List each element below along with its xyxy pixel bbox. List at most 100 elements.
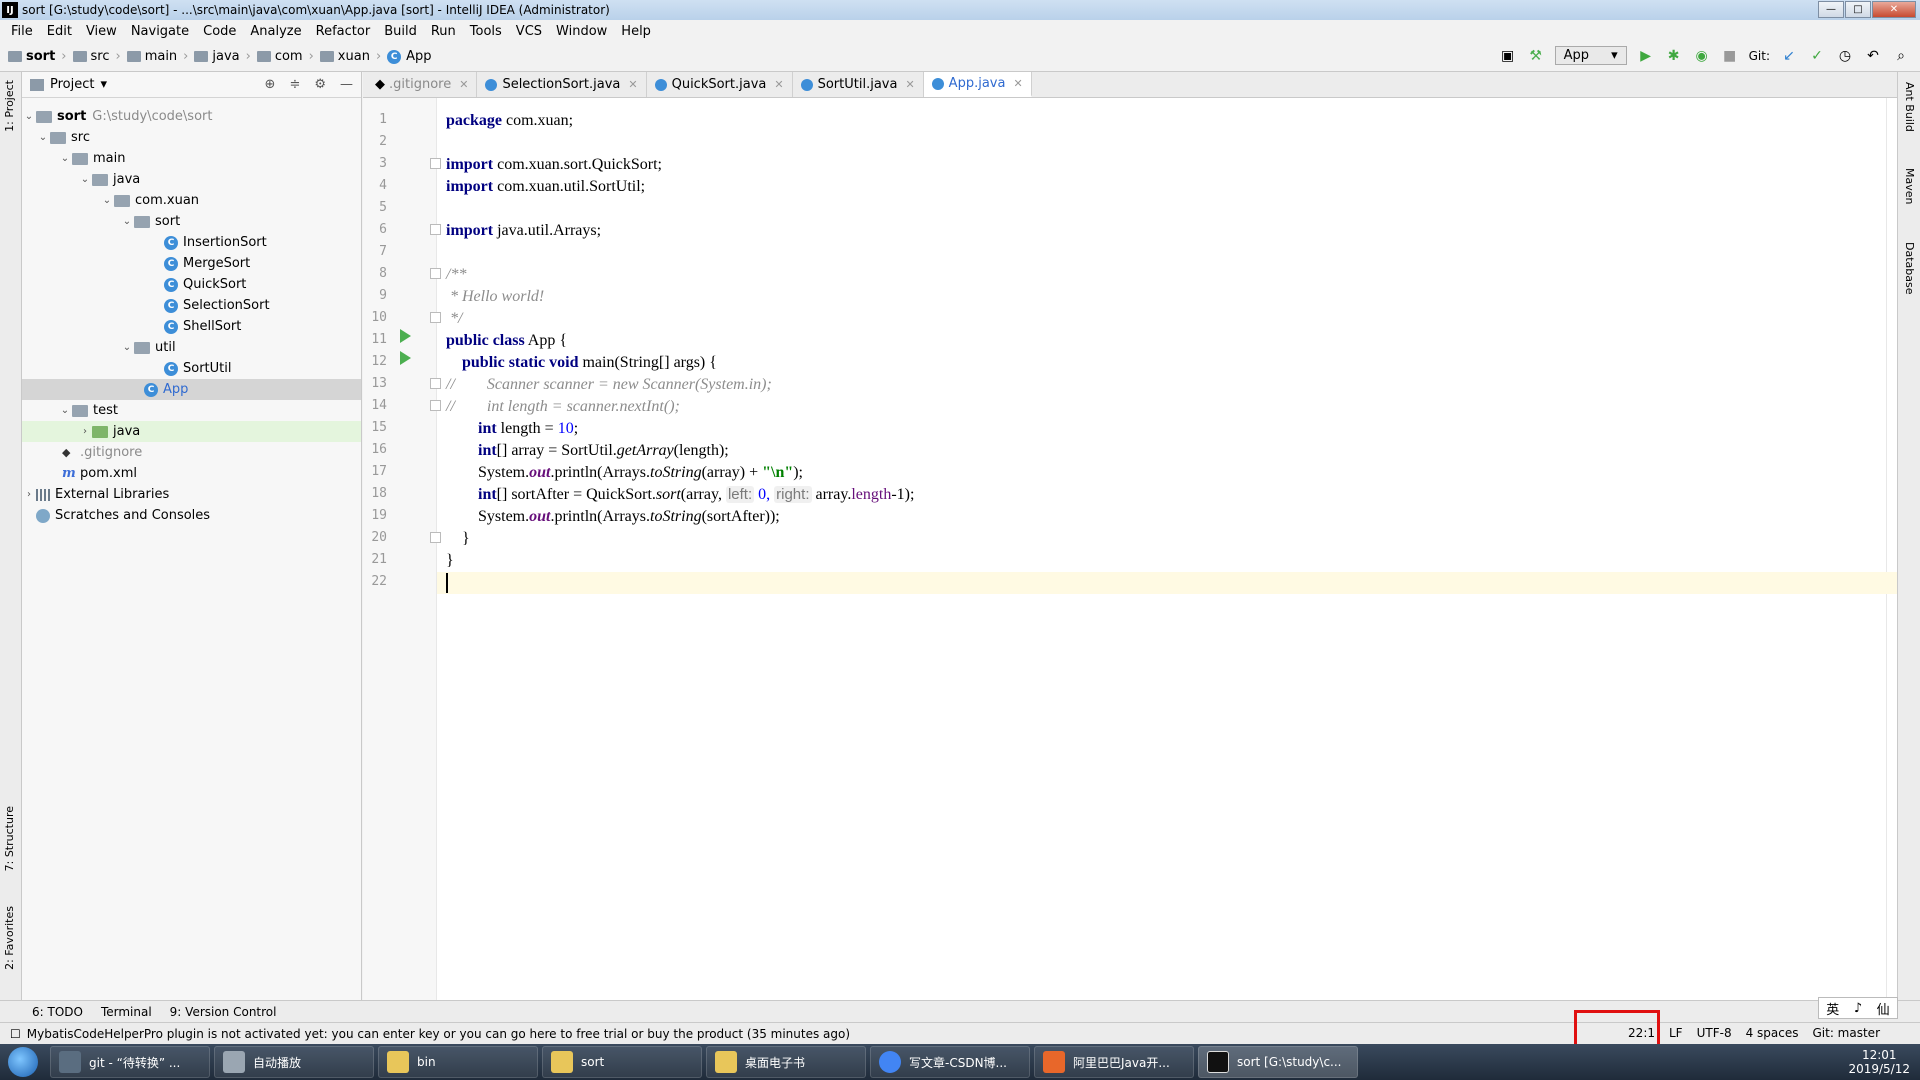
- menu-file[interactable]: File: [4, 24, 40, 39]
- line-separator[interactable]: LF: [1669, 1026, 1683, 1040]
- menu-tools[interactable]: Tools: [463, 24, 509, 39]
- chevron-down-icon[interactable]: ⌄: [78, 174, 92, 185]
- tree-node-com-xuan[interactable]: ⌄ com.xuan: [22, 190, 361, 211]
- tree-node-selectionsort[interactable]: C SelectionSort: [22, 295, 361, 316]
- stop-icon[interactable]: ■: [1721, 48, 1739, 64]
- chevron-down-icon[interactable]: ⌄: [120, 342, 134, 353]
- taskbar-item-git[interactable]: git - “待转换” ...: [50, 1046, 210, 1078]
- tab-gitignore[interactable]: ◆ .gitignore ✕: [367, 72, 478, 97]
- chevron-down-icon[interactable]: ⌄: [58, 405, 72, 416]
- breadcrumb-xuan[interactable]: xuan ›: [319, 49, 381, 64]
- tree-node-test[interactable]: ⌄ test: [22, 400, 361, 421]
- close-icon[interactable]: ✕: [628, 78, 637, 91]
- ime-mode[interactable]: 英: [1826, 999, 1839, 1018]
- chevron-down-icon[interactable]: ⌄: [22, 111, 36, 122]
- terminal-tool-tab[interactable]: Terminal: [101, 1005, 152, 1019]
- status-message[interactable]: MybatisCodeHelperPro plugin is not activ…: [27, 1027, 850, 1041]
- run-gutter-icon[interactable]: [400, 351, 411, 365]
- taskbar-item-sort-folder[interactable]: sort: [542, 1046, 702, 1078]
- version-control-tool-tab[interactable]: 9: Version Control: [170, 1005, 277, 1019]
- taskbar-item-intellij[interactable]: sort [G:\study\c...: [1198, 1046, 1358, 1078]
- run-gutter-icon[interactable]: [400, 329, 411, 343]
- breadcrumb-app[interactable]: C App: [387, 49, 432, 64]
- tree-node-pom-xml[interactable]: m pom.xml: [22, 463, 361, 484]
- build-hammer-icon[interactable]: ⚒: [1527, 48, 1545, 64]
- menu-run[interactable]: Run: [424, 24, 463, 39]
- breadcrumb-main[interactable]: main ›: [126, 49, 188, 64]
- menu-window[interactable]: Window: [549, 24, 614, 39]
- tab-selectionsort[interactable]: SelectionSort.java ✕: [477, 72, 647, 97]
- tree-node-java[interactable]: ⌄ java: [22, 169, 361, 190]
- code-content[interactable]: package com.xuan; import com.xuan.sort.Q…: [437, 98, 1897, 1000]
- start-button[interactable]: [0, 1044, 46, 1080]
- git-update-icon[interactable]: ↙: [1780, 48, 1798, 64]
- ime-moon-icon[interactable]: ♪: [1854, 1001, 1862, 1016]
- locate-icon[interactable]: ⊕: [265, 77, 276, 92]
- breadcrumb-com[interactable]: com ›: [256, 49, 314, 64]
- collapse-all-icon[interactable]: ≑: [289, 77, 300, 92]
- ime-settings[interactable]: 仙: [1877, 999, 1890, 1018]
- tree-node-shellsort[interactable]: C ShellSort: [22, 316, 361, 337]
- taskbar-item-pdf[interactable]: 阿里巴巴Java开...: [1034, 1046, 1194, 1078]
- tree-node-app[interactable]: C App: [22, 379, 361, 400]
- menu-refactor[interactable]: Refactor: [309, 24, 378, 39]
- hide-icon[interactable]: —: [340, 77, 353, 92]
- chevron-right-icon[interactable]: ›: [78, 426, 92, 437]
- tree-node-test-java[interactable]: › java: [22, 421, 361, 442]
- chevron-down-icon[interactable]: ▾: [100, 77, 107, 92]
- tab-quicksort[interactable]: QuickSort.java ✕: [647, 72, 793, 97]
- tree-node-external-libraries[interactable]: › External Libraries: [22, 484, 361, 505]
- close-icon[interactable]: ✕: [905, 78, 914, 91]
- git-branch[interactable]: Git: master: [1812, 1026, 1880, 1040]
- chevron-down-icon[interactable]: ⌄: [58, 153, 72, 164]
- breadcrumb-java[interactable]: java ›: [194, 49, 251, 64]
- project-view-select[interactable]: Project: [50, 77, 94, 92]
- todo-tool-tab[interactable]: 6: TODO: [32, 1005, 83, 1019]
- tree-node-gitignore[interactable]: ◆ .gitignore: [22, 442, 361, 463]
- notification-icon[interactable]: ☐: [10, 1027, 21, 1041]
- breadcrumb-sort[interactable]: sort ›: [8, 49, 67, 64]
- favorites-tool-tab[interactable]: 2: Favorites: [3, 906, 16, 970]
- file-encoding[interactable]: UTF-8: [1697, 1026, 1732, 1040]
- gear-icon[interactable]: ⚙: [314, 77, 326, 92]
- debug-icon[interactable]: ✱: [1665, 48, 1683, 64]
- tree-node-quicksort[interactable]: C QuickSort: [22, 274, 361, 295]
- coverage-icon[interactable]: ◉: [1693, 48, 1711, 64]
- close-icon[interactable]: ✕: [774, 78, 783, 91]
- tree-node-util[interactable]: ⌄ util: [22, 337, 361, 358]
- tab-sortutil[interactable]: SortUtil.java ✕: [793, 72, 924, 97]
- menu-build[interactable]: Build: [377, 24, 424, 39]
- tree-node-src[interactable]: ⌄ src: [22, 127, 361, 148]
- search-icon[interactable]: ⌕: [1892, 48, 1910, 64]
- indent-setting[interactable]: 4 spaces: [1746, 1026, 1799, 1040]
- git-revert-icon[interactable]: ↶: [1864, 48, 1882, 64]
- taskbar-item-ebooks[interactable]: 桌面电子书: [706, 1046, 866, 1078]
- menu-analyze[interactable]: Analyze: [243, 24, 308, 39]
- structure-tool-tab[interactable]: 7: Structure: [3, 806, 16, 871]
- taskbar-item-autoplay[interactable]: 自动播放: [214, 1046, 374, 1078]
- taskbar-item-chrome[interactable]: 写文章-CSDN博...: [870, 1046, 1030, 1078]
- chevron-down-icon[interactable]: ⌄: [100, 195, 114, 206]
- tree-node-main[interactable]: ⌄ main: [22, 148, 361, 169]
- close-icon[interactable]: ✕: [459, 78, 468, 91]
- git-commit-icon[interactable]: ✓: [1808, 48, 1826, 64]
- minimize-button[interactable]: —: [1818, 1, 1844, 18]
- system-clock[interactable]: 12:01 2019/5/12: [1848, 1048, 1910, 1076]
- menu-navigate[interactable]: Navigate: [124, 24, 196, 39]
- git-history-icon[interactable]: ◷: [1836, 48, 1854, 64]
- close-icon[interactable]: ✕: [1013, 77, 1022, 90]
- tree-node-insertionsort[interactable]: C InsertionSort: [22, 232, 361, 253]
- run-icon[interactable]: ▶: [1637, 48, 1655, 64]
- menu-view[interactable]: View: [79, 24, 124, 39]
- run-configuration-select[interactable]: App ▾: [1554, 46, 1627, 65]
- tree-node-scratches[interactable]: Scratches and Consoles: [22, 505, 361, 526]
- close-button[interactable]: ✕: [1872, 1, 1916, 18]
- menu-code[interactable]: Code: [196, 24, 243, 39]
- chevron-down-icon[interactable]: ⌄: [120, 216, 134, 227]
- ant-build-tool-tab[interactable]: Ant Build: [1903, 82, 1916, 132]
- tree-node-mergesort[interactable]: C MergeSort: [22, 253, 361, 274]
- database-tool-tab[interactable]: Database: [1903, 242, 1916, 295]
- chevron-right-icon[interactable]: ›: [22, 489, 36, 500]
- project-structure-icon[interactable]: ▣: [1499, 48, 1517, 64]
- tree-node-sort-package[interactable]: ⌄ sort: [22, 211, 361, 232]
